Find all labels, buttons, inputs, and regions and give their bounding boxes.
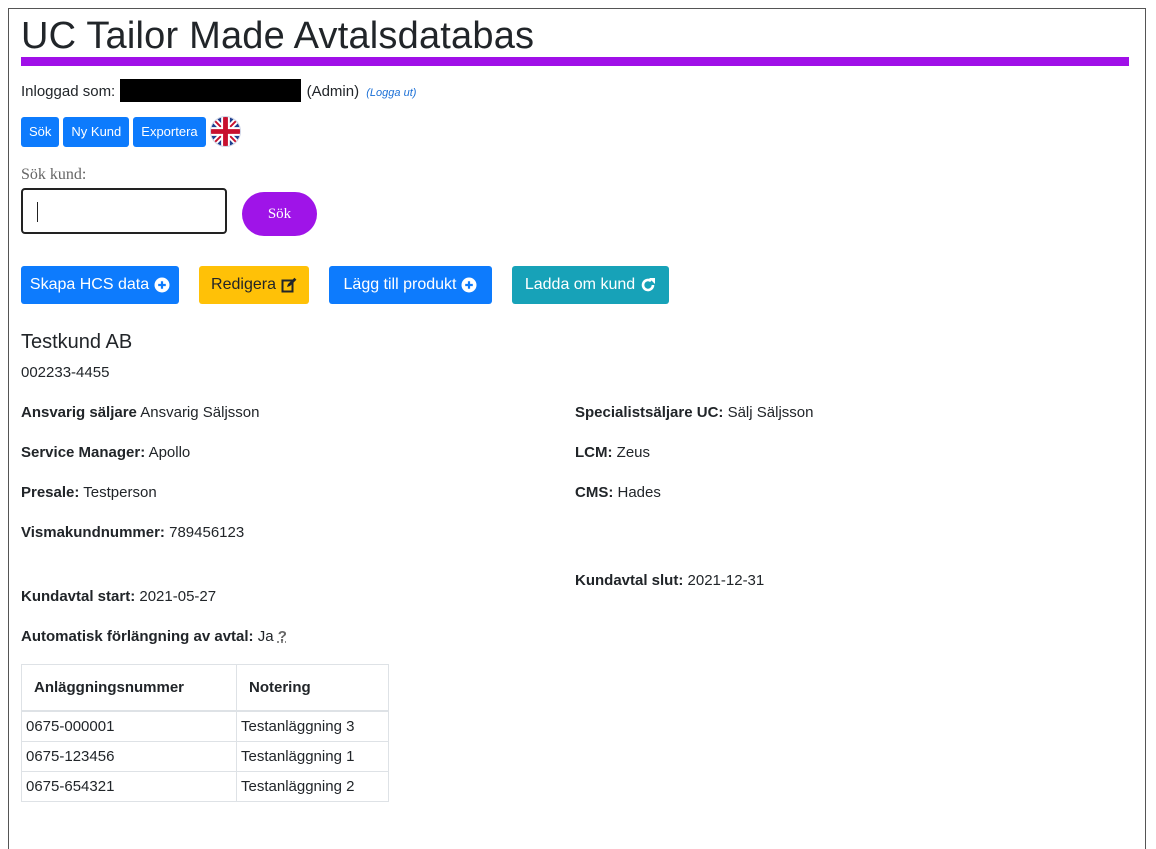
page-title: UC Tailor Made Avtalsdatabas xyxy=(21,15,535,57)
table-header-row: Anläggningsnummer Notering xyxy=(21,664,389,712)
edit-button[interactable]: Redigera xyxy=(199,266,309,304)
facilities-table: Anläggningsnummer Notering 0675-000001 T… xyxy=(21,664,389,802)
add-product-label: Lägg till produkt xyxy=(343,276,457,293)
field-label: CMS: xyxy=(575,484,614,501)
refresh-icon xyxy=(641,278,656,292)
field-label: Ansvarig säljare xyxy=(21,404,137,421)
title-underline xyxy=(21,57,1129,66)
contract-end-field: Kundavtal slut: 2021-12-31 xyxy=(575,572,764,590)
field-value: Sälj Säljsson xyxy=(727,404,814,421)
customer-org-number: 002233-4455 xyxy=(21,364,110,381)
login-status: Inloggad som: (Admin) (Logga ut) xyxy=(21,79,416,102)
plus-circle-icon xyxy=(154,277,170,293)
field-label: LCM: xyxy=(575,444,613,461)
text-caret xyxy=(37,202,38,222)
column-header-facility-number: Anläggningsnummer xyxy=(21,664,237,712)
service-manager-field: Service Manager: Apollo xyxy=(21,444,190,462)
help-tooltip-icon[interactable]: ? xyxy=(278,628,287,645)
facility-number-cell: 0675-000001 xyxy=(21,710,237,742)
nav-search-button[interactable]: Sök xyxy=(21,116,60,147)
redacted-username xyxy=(120,79,302,102)
note-cell: Testanläggning 2 xyxy=(236,770,389,802)
uk-flag-icon[interactable] xyxy=(209,116,241,147)
logout-link[interactable]: (Logga ut) xyxy=(366,87,416,99)
note-cell: Testanläggning 3 xyxy=(236,710,389,742)
auto-renew-field: Automatisk förlängning av avtal: Ja ? xyxy=(21,628,287,646)
field-label: Kundavtal start: xyxy=(21,588,136,605)
contract-start-field: Kundavtal start: 2021-05-27 xyxy=(21,588,216,606)
top-nav: Sök Ny Kund Exportera xyxy=(21,116,241,147)
facility-number-cell: 0675-654321 xyxy=(21,770,237,802)
cms-field: CMS: Hades xyxy=(575,484,661,502)
visma-number-field: Vismakundnummer: 789456123 xyxy=(21,524,244,542)
responsible-seller-field: Ansvarig säljare Ansvarig Säljsson xyxy=(21,404,259,422)
search-button[interactable]: Sök xyxy=(242,192,317,236)
field-value: 789456123 xyxy=(169,524,245,541)
specialist-seller-field: Specialistsäljare UC: Sälj Säljsson xyxy=(575,404,813,422)
field-label: Presale: xyxy=(21,484,80,501)
field-label: Specialistsäljare UC: xyxy=(575,404,724,421)
table-row: 0675-654321 Testanläggning 2 xyxy=(21,770,389,802)
field-label: Service Manager: xyxy=(21,444,146,461)
edit-icon xyxy=(281,277,297,293)
add-product-button[interactable]: Lägg till produkt xyxy=(329,266,492,304)
field-value: Ja xyxy=(257,628,274,645)
search-input[interactable] xyxy=(21,188,227,234)
table-row: 0675-000001 Testanläggning 3 xyxy=(21,710,389,742)
field-label: Vismakundnummer: xyxy=(21,524,165,541)
customer-name: Testkund AB xyxy=(21,331,133,353)
reload-customer-button[interactable]: Ladda om kund xyxy=(512,266,669,304)
create-hcs-button[interactable]: Skapa HCS data xyxy=(21,266,179,304)
note-cell: Testanläggning 1 xyxy=(236,740,389,772)
field-value: Apollo xyxy=(148,444,191,461)
edit-label: Redigera xyxy=(211,276,276,293)
reload-label: Ladda om kund xyxy=(524,276,636,293)
field-label: Automatisk förlängning av avtal: xyxy=(21,628,254,645)
facility-number-cell: 0675-123456 xyxy=(21,740,237,772)
create-hcs-label: Skapa HCS data xyxy=(29,276,150,293)
field-value: 2021-12-31 xyxy=(687,572,765,589)
nav-new-customer-button[interactable]: Ny Kund xyxy=(63,116,130,147)
nav-export-button[interactable]: Exportera xyxy=(133,116,206,147)
field-value: Hades xyxy=(617,484,661,501)
presale-field: Presale: Testperson xyxy=(21,484,157,502)
column-header-note: Notering xyxy=(236,664,389,712)
table-row: 0675-123456 Testanläggning 1 xyxy=(21,740,389,772)
login-role: (Admin) xyxy=(306,83,360,100)
field-value: Testperson xyxy=(83,484,157,501)
lcm-field: LCM: Zeus xyxy=(575,444,650,462)
field-label: Kundavtal slut: xyxy=(575,572,684,589)
plus-circle-icon xyxy=(461,277,477,293)
field-value: Ansvarig Säljsson xyxy=(140,404,260,421)
field-value: 2021-05-27 xyxy=(139,588,217,605)
login-label: Inloggad som: xyxy=(21,83,116,100)
field-value: Zeus xyxy=(616,444,651,461)
search-label: Sök kund: xyxy=(21,166,87,183)
